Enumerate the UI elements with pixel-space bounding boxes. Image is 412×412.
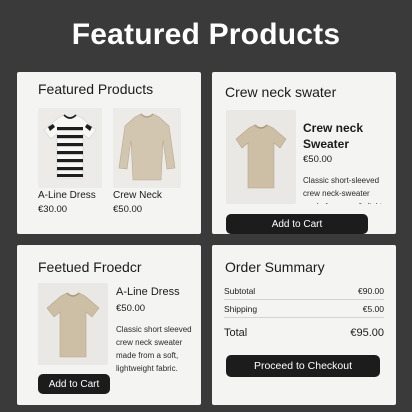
beige-sweater-icon (113, 108, 181, 188)
add-to-cart-button[interactable]: Add to Cart (226, 214, 368, 234)
product-detail-card: Crew neck swater Crew neck Sweater €50.0… (212, 72, 396, 234)
shipping-row: Shipping €5.00 (224, 304, 384, 314)
subtotal-row: Subtotal €90.00 (224, 286, 384, 296)
product-price: €50.00 (303, 154, 333, 165)
product-image-crew-neck[interactable] (113, 108, 181, 188)
card-title: Featured Products (38, 81, 154, 97)
add-to-cart-button[interactable]: Add to Cart (38, 374, 110, 394)
product-name[interactable]: Crew Neck (113, 190, 162, 201)
card-title: Order Summary (225, 259, 325, 275)
beige-tshirt-icon (226, 110, 296, 204)
featured-products-card: Featured Products A-Line Dress €30.00 Cr… (17, 72, 201, 234)
product-detail-card: Feetued Froedcr A-Line Dress €50.00 Clas… (17, 245, 201, 405)
product-image[interactable] (38, 283, 108, 365)
total-value: €95.00 (350, 327, 384, 339)
proceed-to-checkout-button[interactable]: Proceed to Checkout (226, 355, 380, 377)
product-description: Classic short-sleeved crew neck-sweater … (303, 176, 385, 204)
product-name: Crew neck Sweater (303, 121, 364, 151)
beige-tshirt-icon (38, 283, 108, 365)
order-summary-card: Order Summary Subtotal €90.00 Shipping €… (212, 245, 396, 405)
product-image[interactable] (226, 110, 296, 204)
total-label: Total (224, 327, 248, 339)
page-title: Featured Products (71, 18, 341, 51)
shipping-label: Shipping (224, 304, 258, 314)
total-row: Total €95.00 (224, 327, 384, 339)
card-title: Feetued Froedcr (38, 259, 142, 275)
product-price: €30.00 (38, 204, 68, 215)
divider (224, 317, 384, 318)
striped-tshirt-icon (38, 108, 102, 188)
subtotal-value: €90.00 (358, 286, 384, 296)
subtotal-label: Subtotal (224, 286, 256, 296)
shipping-value: €5.00 (362, 304, 384, 314)
product-name: A-Line Dress (116, 286, 180, 298)
product-image-a-line-dress[interactable] (38, 108, 102, 188)
product-name[interactable]: A-Line Dress (38, 190, 96, 201)
product-price: €50.00 (113, 204, 143, 215)
card-title: Crew neck swater (225, 84, 337, 100)
divider (224, 299, 384, 300)
product-description: Classic short sleeved crew neck sweater … (116, 325, 192, 373)
product-price: €50.00 (116, 303, 146, 314)
